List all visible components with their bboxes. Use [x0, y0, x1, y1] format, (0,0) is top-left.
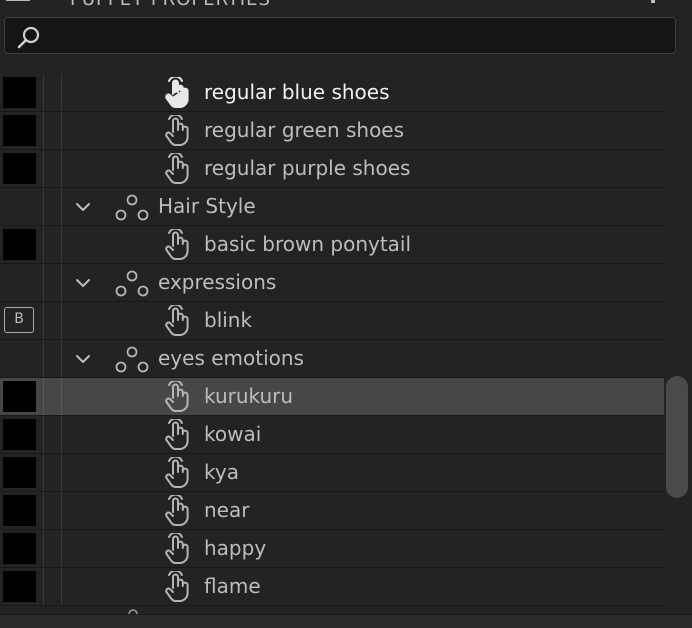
column-divider — [61, 454, 62, 491]
panel-menu-icon[interactable] — [650, 0, 656, 4]
keyboard-trigger-badge[interactable]: B — [4, 307, 34, 333]
list-item[interactable]: happy — [0, 530, 664, 568]
item-label: flame — [204, 574, 261, 598]
item-label: kowai — [204, 422, 262, 446]
column-divider — [61, 568, 62, 605]
panel-grip-icon[interactable] — [6, 0, 40, 4]
column-divider — [61, 492, 62, 529]
trigger-hand-icon — [163, 569, 193, 603]
column-divider — [43, 74, 44, 111]
column-divider — [43, 302, 44, 339]
chevron-down-icon[interactable] — [74, 275, 92, 289]
column-divider — [61, 340, 62, 377]
item-label: blink — [204, 308, 253, 332]
trigger-hand-icon — [163, 113, 193, 147]
search-input[interactable] — [45, 22, 669, 52]
group-label: expressions — [158, 270, 277, 294]
search-icon — [17, 26, 40, 49]
trigger-hand-icon — [163, 75, 193, 109]
color-swatch[interactable] — [3, 495, 36, 526]
list-item[interactable]: flame — [0, 568, 664, 606]
item-label: regular blue shoes — [204, 80, 390, 104]
group-icon — [114, 194, 150, 222]
item-label: kurukuru — [204, 384, 294, 408]
group-row[interactable]: expressions — [0, 264, 664, 302]
trigger-hand-icon — [163, 379, 193, 413]
column-divider — [43, 150, 44, 187]
color-swatch[interactable] — [3, 419, 36, 450]
column-divider — [61, 226, 62, 263]
trigger-hand-icon — [163, 303, 193, 337]
item-label: regular purple shoes — [204, 156, 411, 180]
panel-header: PUPPET PROPERTIES — [0, 0, 692, 10]
column-divider — [43, 340, 44, 377]
column-divider — [43, 416, 44, 453]
column-divider — [43, 568, 44, 605]
trigger-hand-icon — [163, 227, 193, 261]
column-divider — [43, 530, 44, 567]
properties-list: regular blue shoes regular green shoes reg… — [0, 74, 664, 608]
list-item[interactable]: kurukuru — [0, 378, 664, 416]
chevron-down-icon[interactable] — [74, 199, 92, 213]
panel-title: PUPPET PROPERTIES — [70, 0, 271, 10]
item-label: basic brown ponytail — [204, 232, 412, 256]
item-label: regular green shoes — [204, 118, 405, 142]
list-item[interactable]: basic brown ponytail — [0, 226, 664, 264]
list-item[interactable]: regular blue shoes — [0, 74, 664, 112]
list-item[interactable]: near — [0, 492, 664, 530]
column-divider — [61, 264, 62, 301]
trigger-hand-icon — [163, 417, 193, 451]
list-item[interactable]: regular green shoes — [0, 112, 664, 150]
column-divider — [61, 302, 62, 339]
color-swatch[interactable] — [3, 115, 36, 146]
color-swatch[interactable] — [3, 229, 36, 260]
column-divider — [43, 112, 44, 149]
column-divider — [43, 264, 44, 301]
item-label: kya — [204, 460, 239, 484]
trigger-hand-icon — [163, 493, 193, 527]
list-item[interactable]: kya — [0, 454, 664, 492]
list-item[interactable]: kowai — [0, 416, 664, 454]
group-row[interactable]: Hair Style — [0, 188, 664, 226]
color-swatch[interactable] — [3, 571, 36, 602]
chevron-down-icon[interactable] — [74, 351, 92, 365]
column-divider — [61, 188, 62, 225]
group-row[interactable]: eyes emotions — [0, 340, 664, 378]
column-divider — [61, 378, 62, 415]
trigger-hand-icon — [163, 455, 193, 489]
puppet-properties-panel: PUPPET PROPERTIES regular blue shoesregu… — [0, 0, 692, 628]
column-divider — [43, 378, 44, 415]
trigger-hand-icon — [163, 531, 193, 565]
group-icon — [114, 270, 150, 298]
column-divider — [61, 74, 62, 111]
trigger-hand-icon — [163, 151, 193, 185]
search-box[interactable] — [4, 17, 676, 54]
list-item[interactable]: regular purple shoes — [0, 150, 664, 188]
column-divider — [61, 150, 62, 187]
color-swatch[interactable] — [3, 153, 36, 184]
scrollbar-thumb[interactable] — [666, 376, 688, 498]
color-swatch[interactable] — [3, 77, 36, 108]
item-label: near — [204, 498, 250, 522]
column-divider — [43, 492, 44, 529]
panel-footer — [0, 614, 692, 628]
column-divider — [61, 112, 62, 149]
column-divider — [61, 416, 62, 453]
color-swatch[interactable] — [3, 457, 36, 488]
column-divider — [43, 226, 44, 263]
item-label: happy — [204, 536, 267, 560]
group-icon — [114, 346, 150, 374]
scrollbar[interactable] — [664, 74, 692, 608]
column-divider — [61, 530, 62, 567]
group-label: eyes emotions — [158, 346, 304, 370]
column-divider — [43, 188, 44, 225]
color-swatch[interactable] — [3, 533, 36, 564]
column-divider — [43, 454, 44, 491]
color-swatch[interactable] — [3, 381, 36, 412]
group-label: Hair Style — [158, 194, 256, 218]
list-item[interactable]: Bblink — [0, 302, 664, 340]
